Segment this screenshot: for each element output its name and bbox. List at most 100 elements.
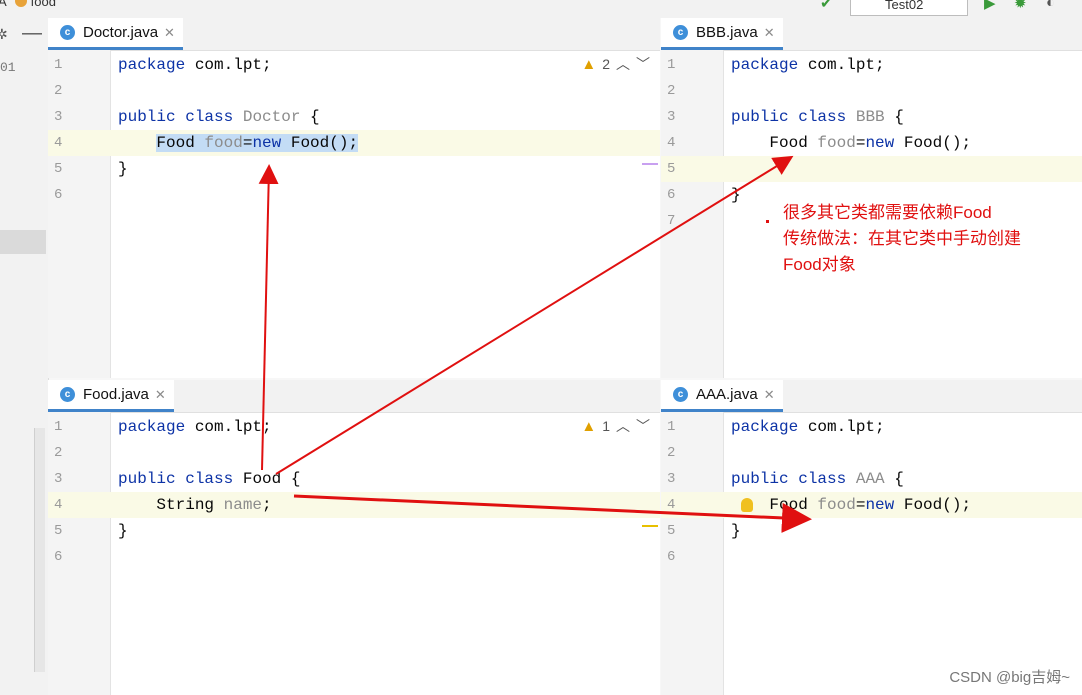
close-icon[interactable]: ✕	[764, 25, 775, 41]
run-icon[interactable]: ▶	[984, 0, 996, 12]
editor-tab-bar: c AAA.java ✕	[661, 380, 1082, 413]
code-token: }	[731, 522, 741, 540]
close-icon[interactable]: ✕	[155, 387, 166, 403]
line-number: 6	[667, 549, 676, 565]
tab-aaa-java[interactable]: c AAA.java ✕	[661, 380, 783, 412]
code-line[interactable]: 5}	[661, 518, 1082, 544]
code-line[interactable]: 6	[48, 544, 660, 570]
editor-tab-bar: c Doctor.java ✕	[48, 18, 660, 51]
code-token: Food();	[894, 496, 972, 514]
code-text[interactable]: package com.lpt;	[731, 414, 885, 440]
editor-pane-bbb[interactable]: c BBB.java ✕ 1 package com.lpt; 2 3 public c…	[661, 18, 1082, 378]
tab-label: AAA.java	[696, 386, 758, 403]
line-number: 1	[54, 57, 63, 73]
debug-icon[interactable]: ✹	[1014, 0, 1027, 12]
code-token: ;	[262, 496, 272, 514]
line-number: 3	[54, 109, 63, 125]
line-number: 4	[54, 135, 63, 151]
tab-label: BBB.java	[696, 24, 758, 41]
code-line[interactable]: 1 package com.lpt;	[48, 52, 660, 78]
run-configuration-select[interactable]: Test02	[850, 0, 968, 16]
line-number: 2	[54, 83, 63, 99]
code-token: {	[884, 108, 904, 126]
line-number: 5	[667, 523, 676, 539]
code-text[interactable]: String name;	[118, 492, 272, 518]
annotation-dot	[766, 220, 769, 223]
code-text[interactable]: }	[118, 518, 128, 544]
editor-pane-aaa[interactable]: c AAA.java ✕ 1 package com.lpt; 2 3 public c…	[661, 380, 1082, 695]
selected-row[interactable]	[0, 230, 46, 254]
code-text[interactable]: Food food=new Food();	[731, 130, 971, 156]
build-hammer-icon[interactable]: ✔	[820, 0, 833, 12]
scrollbar[interactable]	[34, 428, 45, 672]
code-line[interactable]: 3 public class Food {	[48, 466, 660, 492]
code-line[interactable]: 4 Food food=new Food();	[661, 130, 1082, 156]
collapse-icon[interactable]: —	[22, 22, 42, 45]
tab-doctor-java[interactable]: c Doctor.java ✕	[48, 18, 183, 50]
breadcrumb[interactable]: Afood	[0, 0, 56, 9]
tab-bbb-java[interactable]: c BBB.java ✕	[661, 18, 783, 50]
line-number: 6	[54, 549, 63, 565]
code-line[interactable]: 3 public class BBB {	[661, 104, 1082, 130]
code-text[interactable]: Food food=new Food();	[118, 130, 359, 156]
line-number: 1	[667, 419, 676, 435]
code-token: new	[865, 496, 895, 514]
code-line[interactable]: 6	[48, 182, 660, 208]
code-text[interactable]: package com.lpt;	[118, 414, 272, 440]
annotation-note: 很多其它类都需要依赖Food 传统做法：在其它类中手动创建 Food对象	[783, 203, 1021, 274]
code-text[interactable]: }	[731, 182, 741, 208]
gear-icon[interactable]: ✲	[0, 26, 8, 43]
code-line[interactable]: 5}	[48, 156, 660, 182]
class-icon: c	[60, 387, 75, 402]
code-token: package	[118, 56, 186, 74]
code-token: com.lpt;	[185, 418, 272, 436]
code-text[interactable]: package com.lpt;	[731, 52, 885, 78]
code-line[interactable]: 4 Food food=new Food();	[661, 492, 1082, 518]
code-line[interactable]: 5	[661, 156, 1082, 182]
code-token: package	[731, 418, 799, 436]
code-line[interactable]: 2	[661, 78, 1082, 104]
editor-pane-doctor[interactable]: c Doctor.java ✕ ▲ 2 ︿ ﹀ 1 package com.lpt…	[48, 18, 660, 378]
code-token: }	[731, 186, 741, 204]
code-line[interactable]: 1 package com.lpt;	[48, 414, 660, 440]
code-token: class	[798, 470, 847, 488]
code-line[interactable]: 2	[48, 78, 660, 104]
editor-pane-food[interactable]: c Food.java ✕ ▲ 1 ︿ ﹀ 1 package com.lpt; 2…	[48, 380, 660, 695]
breadcrumb-project[interactable]: A	[0, 0, 7, 9]
code-line[interactable]: 4 Food food=new Food();	[48, 130, 660, 156]
code-line[interactable]: 3 public class Doctor {	[48, 104, 660, 130]
code-line[interactable]: 5}	[48, 518, 660, 544]
code-text[interactable]: }	[118, 156, 128, 182]
code-text[interactable]: }	[731, 518, 741, 544]
code-text[interactable]: Food food=new Food();	[731, 492, 971, 518]
code-line[interactable]: 4 String name;	[48, 492, 660, 518]
code-token: com.lpt;	[798, 56, 885, 74]
code-text[interactable]: public class BBB {	[731, 104, 904, 130]
breadcrumb-file[interactable]: food	[31, 0, 56, 9]
code-line[interactable]: 3 public class AAA {	[661, 466, 1082, 492]
code-text[interactable]: public class AAA {	[731, 466, 904, 492]
tab-food-java[interactable]: c Food.java ✕	[48, 380, 174, 412]
coverage-icon[interactable]: ◐	[1046, 0, 1055, 11]
code-token: }	[118, 522, 128, 540]
close-icon[interactable]: ✕	[164, 25, 175, 41]
code-text[interactable]: public class Food {	[118, 466, 300, 492]
code-line[interactable]: 1 package com.lpt;	[661, 52, 1082, 78]
code-line[interactable]: 2	[661, 440, 1082, 466]
code-line[interactable]: 6	[661, 544, 1082, 570]
code-token: public	[118, 470, 176, 488]
code-token: public	[118, 108, 176, 126]
close-icon[interactable]: ✕	[764, 387, 775, 403]
code-text[interactable]: package com.lpt;	[118, 52, 272, 78]
code-token: Food	[731, 496, 818, 514]
code-text[interactable]: public class Doctor {	[118, 104, 320, 130]
code-token: public	[731, 470, 789, 488]
code-line[interactable]: 1 package com.lpt;	[661, 414, 1082, 440]
line-number: 5	[54, 161, 63, 177]
code-line[interactable]: 2	[48, 440, 660, 466]
